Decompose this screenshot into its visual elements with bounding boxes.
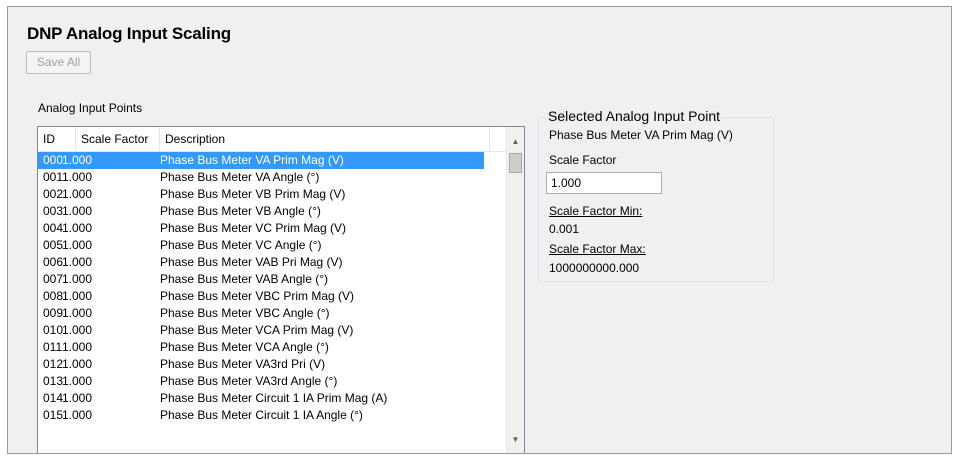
row-description-cell: Phase Bus Meter Circuit 1 IA Prim Mag (A… [160, 391, 388, 405]
table-row[interactable]: 006 1.000 Phase Bus Meter VAB Pri Mag (V) [38, 254, 506, 271]
selected-point-name: Phase Bus Meter VA Prim Mag (V) [549, 128, 733, 142]
row-scale-factor-cell: 1.000 [62, 289, 93, 303]
table-row[interactable]: 003 1.000 Phase Bus Meter VB Angle (°) [38, 203, 506, 220]
row-id-cell: 004 [43, 221, 64, 235]
scale-factor-max-value: 1000000000.000 [549, 261, 640, 275]
row-id-cell: 012 [43, 357, 64, 371]
list-caption: Analog Input Points [38, 101, 143, 115]
row-description-cell: Phase Bus Meter VB Angle (°) [160, 204, 321, 218]
row-id-cell: 001 [43, 170, 64, 184]
scale-factor-max-label: Scale Factor Max: [549, 242, 646, 256]
row-scale-factor-cell: 1.000 [62, 323, 93, 337]
row-description-cell: Phase Bus Meter VBC Angle (°) [160, 306, 330, 320]
save-all-button[interactable]: Save All [26, 51, 91, 74]
row-description-cell: Phase Bus Meter VC Angle (°) [160, 238, 322, 252]
row-scale-factor-cell: 1.000 [62, 153, 93, 167]
scrollbar-thumb[interactable] [509, 153, 522, 173]
row-scale-factor-cell: 1.000 [62, 306, 93, 320]
list-rows: 000 1.000 Phase Bus Meter VA Prim Mag (V) 0… [38, 152, 506, 424]
table-row[interactable]: 009 1.000 Phase Bus Meter VBC Angle (°) [38, 305, 506, 322]
table-row[interactable]: 015 1.000 Phase Bus Meter Circuit 1 IA Ang… [38, 407, 506, 424]
row-id-cell: 008 [43, 289, 64, 303]
table-row[interactable]: 002 1.000 Phase Bus Meter VB Prim Mag (V) [38, 186, 506, 203]
selected-point-group-title: Selected Analog Input Point [546, 108, 723, 124]
scale-factor-input[interactable]: 1.000 [546, 172, 662, 194]
row-scale-factor-cell: 1.000 [62, 408, 93, 422]
row-scale-factor-cell: 1.000 [62, 255, 93, 269]
row-id-cell: 014 [43, 391, 64, 405]
row-scale-factor-cell: 1.000 [62, 272, 93, 286]
triangle-down-icon[interactable]: ▼ [507, 431, 524, 448]
page-title: DNP Analog Input Scaling [27, 24, 231, 43]
table-row[interactable]: 007 1.000 Phase Bus Meter VAB Angle (°) [38, 271, 506, 288]
row-description-cell: Phase Bus Meter VA Angle (°) [160, 170, 320, 184]
row-id-cell: 011 [43, 340, 63, 354]
row-id-cell: 003 [43, 204, 64, 218]
table-row[interactable]: 012 1.000 Phase Bus Meter VA3rd Pri (V) [38, 356, 506, 373]
row-scale-factor-cell: 1.000 [62, 187, 93, 201]
row-description-cell: Phase Bus Meter VAB Angle (°) [160, 272, 328, 286]
table-row[interactable]: 005 1.000 Phase Bus Meter VC Angle (°) [38, 237, 506, 254]
column-header-scale-factor[interactable]: Scale Factor [76, 127, 160, 151]
row-scale-factor-cell: 1.000 [62, 238, 93, 252]
row-description-cell: Phase Bus Meter VA3rd Angle (°) [160, 374, 338, 388]
table-row[interactable]: 001 1.000 Phase Bus Meter VA Angle (°) [38, 169, 506, 186]
row-description-cell: Phase Bus Meter Circuit 1 IA Angle (°) [160, 408, 363, 422]
row-scale-factor-cell: 1.000 [62, 374, 93, 388]
row-description-cell: Phase Bus Meter VB Prim Mag (V) [160, 187, 346, 201]
row-id-cell: 002 [43, 187, 64, 201]
row-description-cell: Phase Bus Meter VAB Pri Mag (V) [160, 255, 343, 269]
row-id-cell: 000 [43, 153, 64, 167]
analog-input-list[interactable]: ID Scale Factor Description 000 1.000 Phas… [37, 126, 525, 453]
column-header-id[interactable]: ID [38, 127, 76, 151]
row-id-cell: 013 [43, 374, 64, 388]
row-scale-factor-cell: 1.000 [62, 357, 93, 371]
table-row[interactable]: 000 1.000 Phase Bus Meter VA Prim Mag (V) [38, 152, 484, 169]
triangle-up-icon[interactable]: ▲ [507, 133, 524, 150]
row-scale-factor-cell: 1.000 [62, 221, 93, 235]
row-description-cell: Phase Bus Meter VCA Angle (°) [160, 340, 329, 354]
scale-factor-label: Scale Factor [549, 153, 617, 167]
row-description-cell: Phase Bus Meter VBC Prim Mag (V) [160, 289, 355, 303]
row-id-cell: 005 [43, 238, 64, 252]
row-id-cell: 007 [43, 272, 64, 286]
scale-factor-min-value: 0.001 [549, 222, 580, 236]
main-panel: DNP Analog Input Scaling Save All Analog… [7, 6, 952, 454]
table-row[interactable]: 011 1.000 Phase Bus Meter VCA Angle (°) [38, 339, 506, 356]
row-scale-factor-cell: 1.000 [62, 391, 93, 405]
row-scale-factor-cell: 1.000 [62, 170, 93, 184]
list-header: ID Scale Factor Description [38, 127, 506, 152]
table-row[interactable]: 014 1.000 Phase Bus Meter Circuit 1 IA Pri… [38, 390, 506, 407]
row-scale-factor-cell: 1.000 [62, 204, 93, 218]
table-row[interactable]: 010 1.000 Phase Bus Meter VCA Prim Mag (V) [38, 322, 506, 339]
row-id-cell: 009 [43, 306, 64, 320]
row-id-cell: 015 [43, 408, 64, 422]
row-description-cell: Phase Bus Meter VA3rd Pri (V) [160, 357, 326, 371]
row-description-cell: Phase Bus Meter VC Prim Mag (V) [160, 221, 347, 235]
column-header-description[interactable]: Description [160, 127, 490, 151]
table-row[interactable]: 013 1.000 Phase Bus Meter VA3rd Angle (°) [38, 373, 506, 390]
row-description-cell: Phase Bus Meter VCA Prim Mag (V) [160, 323, 354, 337]
row-id-cell: 006 [43, 255, 64, 269]
row-scale-factor-cell: 1.000 [62, 340, 93, 354]
row-description-cell: Phase Bus Meter VA Prim Mag (V) [160, 153, 344, 167]
scale-factor-min-label: Scale Factor Min: [549, 204, 643, 218]
table-row[interactable]: 004 1.000 Phase Bus Meter VC Prim Mag (V) [38, 220, 506, 237]
table-row[interactable]: 008 1.000 Phase Bus Meter VBC Prim Mag (V) [38, 288, 506, 305]
row-id-cell: 010 [43, 323, 64, 337]
list-scrollbar[interactable]: ▲ ▼ [506, 127, 524, 453]
